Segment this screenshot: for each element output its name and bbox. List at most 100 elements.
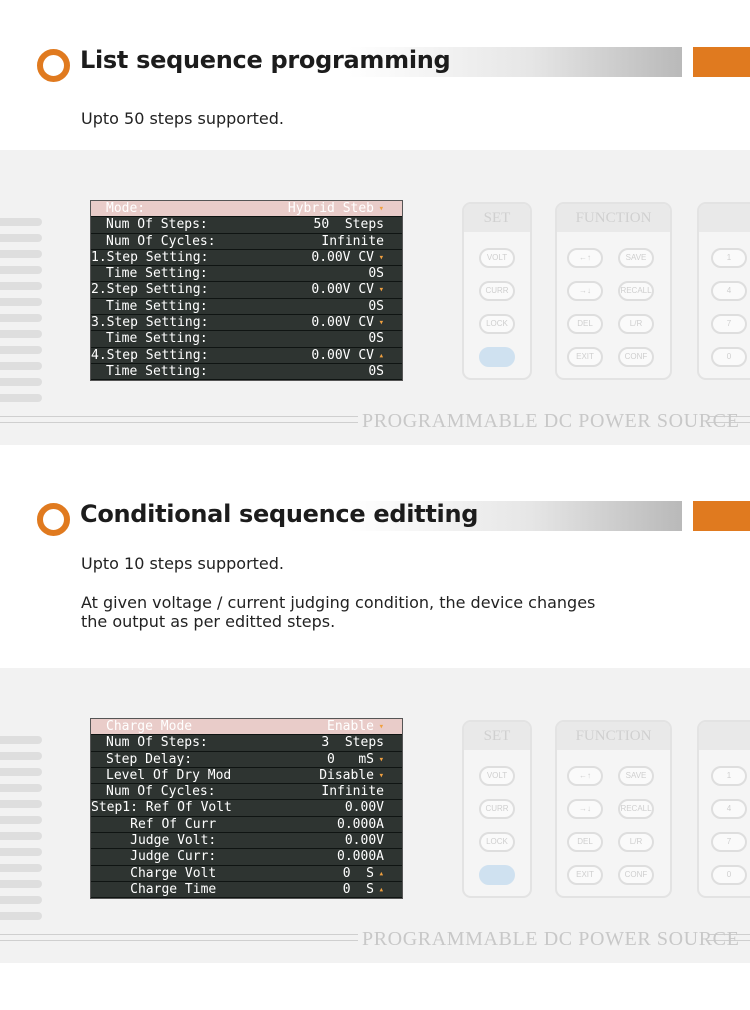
lcd-row[interactable]: 4.Step Setting: 0.00V CV ▴ — [91, 348, 402, 364]
volt-button[interactable]: VOLT — [479, 248, 515, 268]
lcd-row-label: Num Of Cycles: — [106, 233, 216, 249]
lcd-row[interactable]: Num Of Cycles: Infinite — [91, 234, 402, 250]
caret-down-icon[interactable]: ▾ — [379, 201, 384, 217]
brand-label: PROGRAMMABLE DC POWER SOURCE — [362, 928, 740, 950]
section2-header: Conditional sequence editting — [0, 498, 750, 538]
lcd-row[interactable]: Num Of Cycles: Infinite — [91, 784, 402, 801]
caret-down-icon[interactable]: ▾ — [379, 752, 384, 768]
lock-button[interactable]: LOCK — [479, 314, 515, 334]
local-remote-button[interactable]: L/R — [618, 314, 654, 334]
lcd-row-label: Num Of Steps: — [106, 217, 208, 233]
recall-button[interactable]: RECALL — [618, 281, 654, 301]
caret-down-icon[interactable]: ▾ — [379, 768, 384, 784]
exit-button[interactable]: EXIT — [567, 347, 603, 367]
lcd-row-value: Infinite — [321, 784, 384, 800]
header-accent-block — [693, 501, 750, 531]
section2-description-3: the output as per editted steps. — [81, 612, 336, 631]
lcd-row[interactable]: Charge Time 0 S ▴ — [91, 881, 402, 899]
lcd-row-label: Judge Volt: — [91, 833, 217, 849]
lcd-row-value: 50 Steps — [313, 217, 384, 233]
lcd-row-label: Time Setting: — [106, 298, 208, 314]
lcd-row[interactable]: Charge Mode Enable ▾ — [91, 719, 402, 736]
lcd-row[interactable]: Num Of Steps: 50 Steps — [91, 217, 402, 234]
caret-down-icon[interactable]: ▾ — [379, 250, 384, 266]
vent-grille — [0, 668, 48, 963]
recall-button[interactable]: RECALL — [618, 799, 654, 819]
lcd-row[interactable]: Step Delay: 0 mS ▾ — [91, 752, 402, 768]
lcd-row[interactable]: 3.Step Setting: 0.00V CV ▾ — [91, 315, 402, 332]
vent-grille — [0, 150, 48, 445]
left-up-button[interactable]: ←↑ — [567, 248, 603, 268]
curr-button[interactable]: CURR — [479, 281, 515, 301]
lcd-row-value: Infinite — [321, 233, 384, 249]
lcd-row-value: 0.00V CV — [311, 347, 374, 363]
lcd-row[interactable]: Time Setting: 0S — [91, 266, 402, 283]
lcd-row[interactable]: Step1: Ref Of Volt 0.00V — [91, 800, 402, 817]
delete-button[interactable]: DEL — [567, 832, 603, 852]
left-up-button[interactable]: ←↑ — [567, 766, 603, 786]
lcd-row[interactable]: Level Of Dry Mod Disable ▾ — [91, 768, 402, 785]
output-button[interactable] — [479, 865, 515, 885]
set-group-title: SET — [464, 204, 530, 232]
caret-up-icon[interactable]: ▴ — [379, 882, 384, 898]
numpad-4-button[interactable]: 4 — [711, 799, 747, 819]
lcd-row-label: Num Of Steps: — [106, 735, 208, 751]
volt-button[interactable]: VOLT — [479, 766, 515, 786]
lcd-row[interactable]: Time Setting: 0S — [91, 331, 402, 348]
numpad-4-button[interactable]: 4 — [711, 281, 747, 301]
caret-down-icon[interactable]: ▾ — [379, 282, 384, 298]
set-button-group: SET VOLT CURR LOCK — [462, 720, 532, 898]
exit-button[interactable]: EXIT — [567, 865, 603, 885]
lcd-row[interactable]: Time Setting: 0S — [91, 364, 402, 381]
lcd-row[interactable]: Ref Of Curr 0.000A — [91, 816, 402, 834]
lcd-row[interactable]: Mode: Hybrid Steb ▾ — [91, 201, 402, 218]
caret-down-icon[interactable]: ▾ — [379, 719, 384, 735]
function-button-group: FUNCTION ←↑ →↓ DEL EXIT SAVE RECALL L/R … — [555, 202, 672, 380]
brand-label: PROGRAMMABLE DC POWER SOURCE — [362, 410, 740, 432]
lcd-row-value: 0 S — [342, 881, 374, 897]
curr-button[interactable]: CURR — [479, 799, 515, 819]
config-button[interactable]: CONF — [618, 865, 654, 885]
function-group-title: FUNCTION — [557, 204, 670, 232]
lcd-row[interactable]: Judge Curr: 0.000A — [91, 849, 402, 866]
numpad-7-button[interactable]: 7 — [711, 832, 747, 852]
numpad-1-button[interactable]: 1 — [711, 766, 747, 786]
lcd-row-label: Charge Volt — [91, 865, 217, 881]
lcd-row[interactable]: Time Setting: 0S — [91, 298, 402, 316]
lcd-row[interactable]: Judge Volt: 0.00V — [91, 833, 402, 850]
numpad-7-button[interactable]: 7 — [711, 314, 747, 334]
lcd-row[interactable]: 2.Step Setting: 0.00V CV ▾ — [91, 282, 402, 299]
lcd-row[interactable]: 1.Step Setting: 0.00V CV ▾ — [91, 249, 402, 267]
save-button[interactable]: SAVE — [618, 766, 654, 786]
config-button[interactable]: CONF — [618, 347, 654, 367]
lcd-row-value: 0S — [368, 266, 384, 282]
section2-description-1: Upto 10 steps supported. — [81, 554, 285, 573]
lcd-row[interactable]: Num Of Steps: 3 Steps — [91, 735, 402, 752]
lcd-row-label: Mode: — [106, 201, 146, 216]
numpad-0-button[interactable]: 0 — [711, 347, 747, 367]
lcd-row-label: 3.Step Setting: — [91, 315, 209, 331]
section2-title: Conditional sequence editting — [80, 500, 479, 528]
caret-up-icon[interactable]: ▴ — [379, 866, 384, 882]
caret-up-icon[interactable]: ▴ — [379, 348, 384, 364]
lock-button[interactable]: LOCK — [479, 832, 515, 852]
save-button[interactable]: SAVE — [618, 248, 654, 268]
delete-button[interactable]: DEL — [567, 314, 603, 334]
lcd-screen-list-sequence: Mode: Hybrid Steb ▾ Num Of Steps: 50 Steps Nu… — [90, 200, 403, 382]
local-remote-button[interactable]: L/R — [618, 832, 654, 852]
right-down-button[interactable]: →↓ — [567, 281, 603, 301]
section1-header: List sequence programming — [0, 44, 750, 84]
numpad-1-button[interactable]: 1 — [711, 248, 747, 268]
lcd-row-label: 1.Step Setting: — [91, 249, 209, 265]
output-button[interactable] — [479, 347, 515, 367]
lcd-row-label: Num Of Cycles: — [106, 784, 216, 800]
lcd-row-label: Time Setting: — [106, 331, 208, 347]
caret-down-icon[interactable]: ▾ — [379, 315, 384, 331]
lcd-row-value: Hybrid Steb — [287, 201, 374, 216]
lcd-row[interactable]: Charge Volt 0 S ▴ — [91, 866, 402, 882]
lcd-row-value: 0S — [368, 298, 384, 314]
right-down-button[interactable]: →↓ — [567, 799, 603, 819]
numpad-0-button[interactable]: 0 — [711, 865, 747, 885]
section1-title: List sequence programming — [80, 46, 451, 74]
lcd-row-value: 0.000A — [337, 816, 384, 832]
